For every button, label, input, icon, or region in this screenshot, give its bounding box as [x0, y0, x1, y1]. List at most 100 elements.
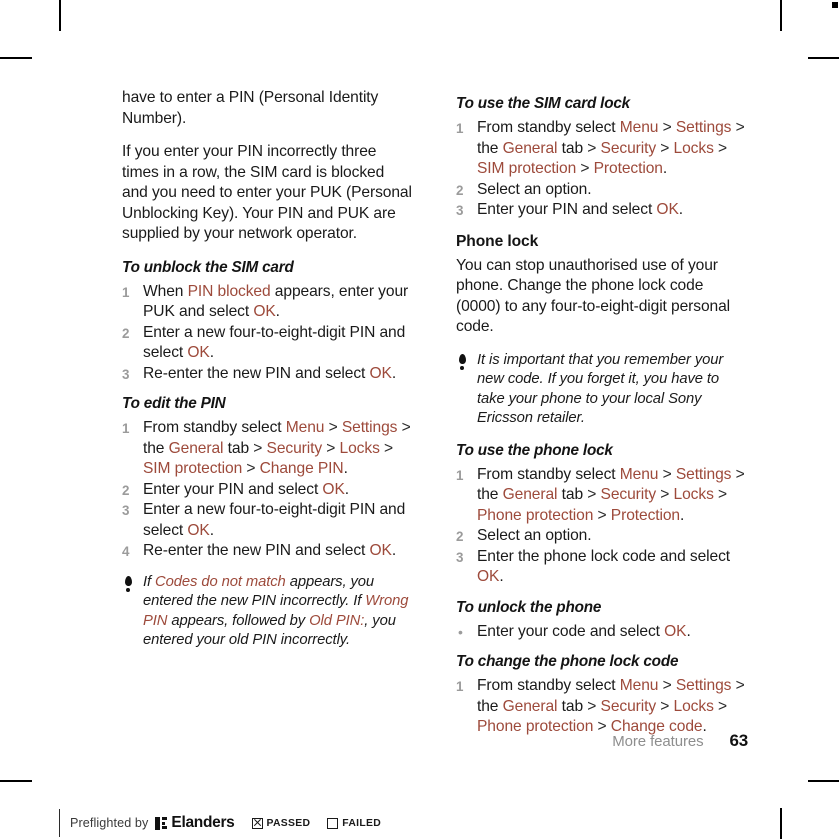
ui-term: OK — [253, 303, 276, 320]
exclamation-note-icon — [458, 353, 467, 371]
procedure-step: Enter a new four-to-eight-digit PIN and … — [122, 500, 412, 541]
ui-term: OK — [187, 344, 210, 361]
procedure-title-change-phone-lock-code: To change the phone lock code — [456, 653, 679, 671]
procedure-title-use-sim-card-lock: To use the SIM card lock — [456, 95, 630, 112]
procedure-title-unblock-sim: To unblock the SIM card — [122, 258, 294, 276]
text-run: tab — [557, 139, 584, 157]
ui-term: Security — [600, 139, 657, 157]
text-run: the — [143, 439, 169, 457]
procedure-title-unlock-phone: To unlock the phone — [456, 598, 602, 616]
text-run: From standby select — [477, 677, 620, 695]
procedure-steps-edit-pin: From standby select Menu > Settings > th… — [122, 418, 412, 562]
procedure-steps-use-sim-card-lock: From standby select Menu > Settings > th… — [456, 118, 746, 221]
menu-separator: > — [379, 439, 394, 457]
elanders-wordmark: Elanders — [171, 814, 235, 831]
ui-term: Menu — [619, 465, 659, 483]
ui-term: Security — [266, 439, 323, 457]
menu-separator: > — [656, 486, 674, 504]
menu-separator: > — [656, 139, 674, 157]
ui-term: OK — [656, 201, 679, 218]
procedure-step: From standby select Menu > Settings > th… — [456, 465, 746, 527]
text-run: Re-enter the new PIN and select — [143, 542, 370, 559]
ui-term: OK — [187, 521, 210, 539]
ui-term: OK — [477, 568, 500, 586]
footer-chapter-name: More features — [612, 733, 704, 750]
ui-term: Security — [600, 697, 657, 715]
text-run: Enter the phone lock code and select — [477, 547, 731, 565]
procedure-step: Re-enter the new PIN and select OK. — [122, 541, 412, 562]
checkbox-passed-icon — [251, 817, 263, 829]
text-run: . — [209, 344, 214, 361]
procedure-step: From standby select Menu > Settings > th… — [456, 676, 746, 738]
ui-term: SIM protection — [477, 160, 577, 177]
text-run: . — [678, 201, 683, 218]
checkbox-failed-icon — [327, 817, 339, 829]
text-run: Enter your PIN and select — [143, 480, 323, 498]
procedure-steps-unlock-phone: Enter your code and select OK. — [456, 622, 746, 643]
preflight-failed: FAILED — [327, 817, 382, 829]
paragraph-pin-intro: have to enter a PIN (Personal Identity N… — [122, 89, 379, 127]
ui-term: Phone protection — [477, 718, 594, 736]
menu-separator: > — [656, 697, 674, 715]
text-run: . — [499, 568, 504, 586]
text-run: appears, followed by — [167, 612, 310, 629]
menu-separator: > — [583, 486, 601, 504]
text-run: tab — [223, 439, 250, 457]
page-footer: More features 63 — [612, 731, 748, 751]
procedure-steps-use-phone-lock: From standby select Menu > Settings > th… — [456, 465, 746, 588]
menu-separator: > — [593, 718, 611, 736]
text-run: From standby select — [143, 419, 286, 436]
text-run: . — [391, 364, 397, 382]
ui-term: OK — [369, 542, 392, 559]
procedure-step: When PIN blocked appears, enter your PUK… — [122, 282, 412, 323]
ui-term: Change PIN — [259, 460, 344, 477]
ui-term: Phone protection — [477, 506, 594, 524]
text-run: . — [209, 521, 214, 539]
ui-term: OK — [664, 622, 687, 640]
text-run: the — [477, 139, 503, 157]
text-run: . — [680, 506, 685, 524]
menu-separator: > — [397, 419, 411, 436]
menu-separator: > — [731, 677, 745, 695]
footer-page-number: 63 — [729, 731, 748, 750]
ui-term: Menu — [619, 119, 659, 136]
menu-separator: > — [713, 139, 728, 157]
menu-separator: > — [576, 160, 594, 177]
text-run: Enter your PIN and select — [477, 201, 657, 218]
menu-separator: > — [242, 460, 260, 477]
text-run: . — [391, 542, 397, 559]
text-run: Enter a new four-to-eight-digit PIN and … — [143, 501, 406, 539]
preflight-passed: PASSED — [251, 817, 311, 829]
text-run: . — [344, 480, 349, 498]
ui-term: Locks — [673, 697, 714, 715]
menu-separator: > — [731, 119, 745, 136]
ui-term: General — [502, 486, 558, 504]
menu-separator: > — [713, 486, 728, 504]
paragraph-pin-blocked: If you enter your PIN incorrectly three … — [122, 143, 412, 242]
crop-mark-bottom-left-horizontal — [0, 780, 32, 782]
ui-term: Settings — [675, 677, 732, 695]
menu-separator: > — [583, 139, 601, 157]
exclamation-note-icon — [124, 575, 133, 593]
text-run: tab — [557, 697, 584, 715]
text-run: . — [343, 460, 348, 477]
ui-term: Locks — [339, 439, 380, 457]
preflight-label: Preflighted by — [70, 816, 149, 830]
procedure-step: Enter your PIN and select OK. — [456, 200, 746, 221]
procedure-steps-change-phone-lock-code: From standby select Menu > Settings > th… — [456, 676, 746, 738]
ui-term: Locks — [673, 486, 714, 504]
text-run: the — [477, 486, 503, 504]
ui-term: OK — [322, 480, 345, 498]
note-text: If Codes do not match appears, you enter… — [143, 574, 408, 649]
procedure-title-use-phone-lock: To use the phone lock — [456, 441, 613, 459]
ui-term: PIN blocked — [187, 282, 271, 300]
ui-term: General — [502, 697, 558, 715]
ui-term: General — [168, 439, 224, 457]
preflight-failed-label: FAILED — [342, 817, 382, 829]
menu-separator: > — [593, 506, 611, 524]
ui-term: Security — [600, 486, 657, 504]
text-run: It is important that you remember your n… — [477, 351, 724, 427]
ui-term: SIM protection — [143, 460, 243, 477]
elanders-mark-icon — [155, 816, 168, 830]
paragraph-phone-lock: You can stop unauthorised use of your ph… — [456, 256, 731, 336]
